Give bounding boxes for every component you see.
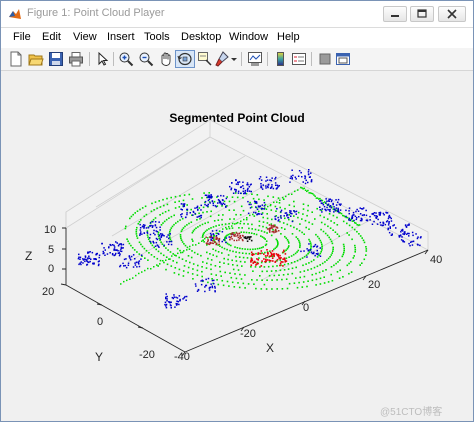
z-tick: 0 <box>48 263 55 275</box>
y-tick: 20 <box>42 286 55 298</box>
y-tick: 0 <box>97 316 104 328</box>
z-tick: 5 <box>48 244 55 256</box>
x-tick: -20 <box>240 328 256 340</box>
x-tick: 20 <box>368 279 381 291</box>
y-axis-label: Y <box>95 350 104 364</box>
x-tick: 0 <box>303 302 310 314</box>
z-tick: 10 <box>44 224 57 236</box>
y-tick: -20 <box>139 349 155 361</box>
axes-3d[interactable] <box>0 0 474 422</box>
watermark-text: @51CTO博客 <box>380 407 443 418</box>
x-tick: 40 <box>430 254 443 266</box>
x-axis-label: X <box>266 341 275 355</box>
z-axis-label: Z <box>25 249 33 263</box>
x-tick: -40 <box>174 351 190 363</box>
